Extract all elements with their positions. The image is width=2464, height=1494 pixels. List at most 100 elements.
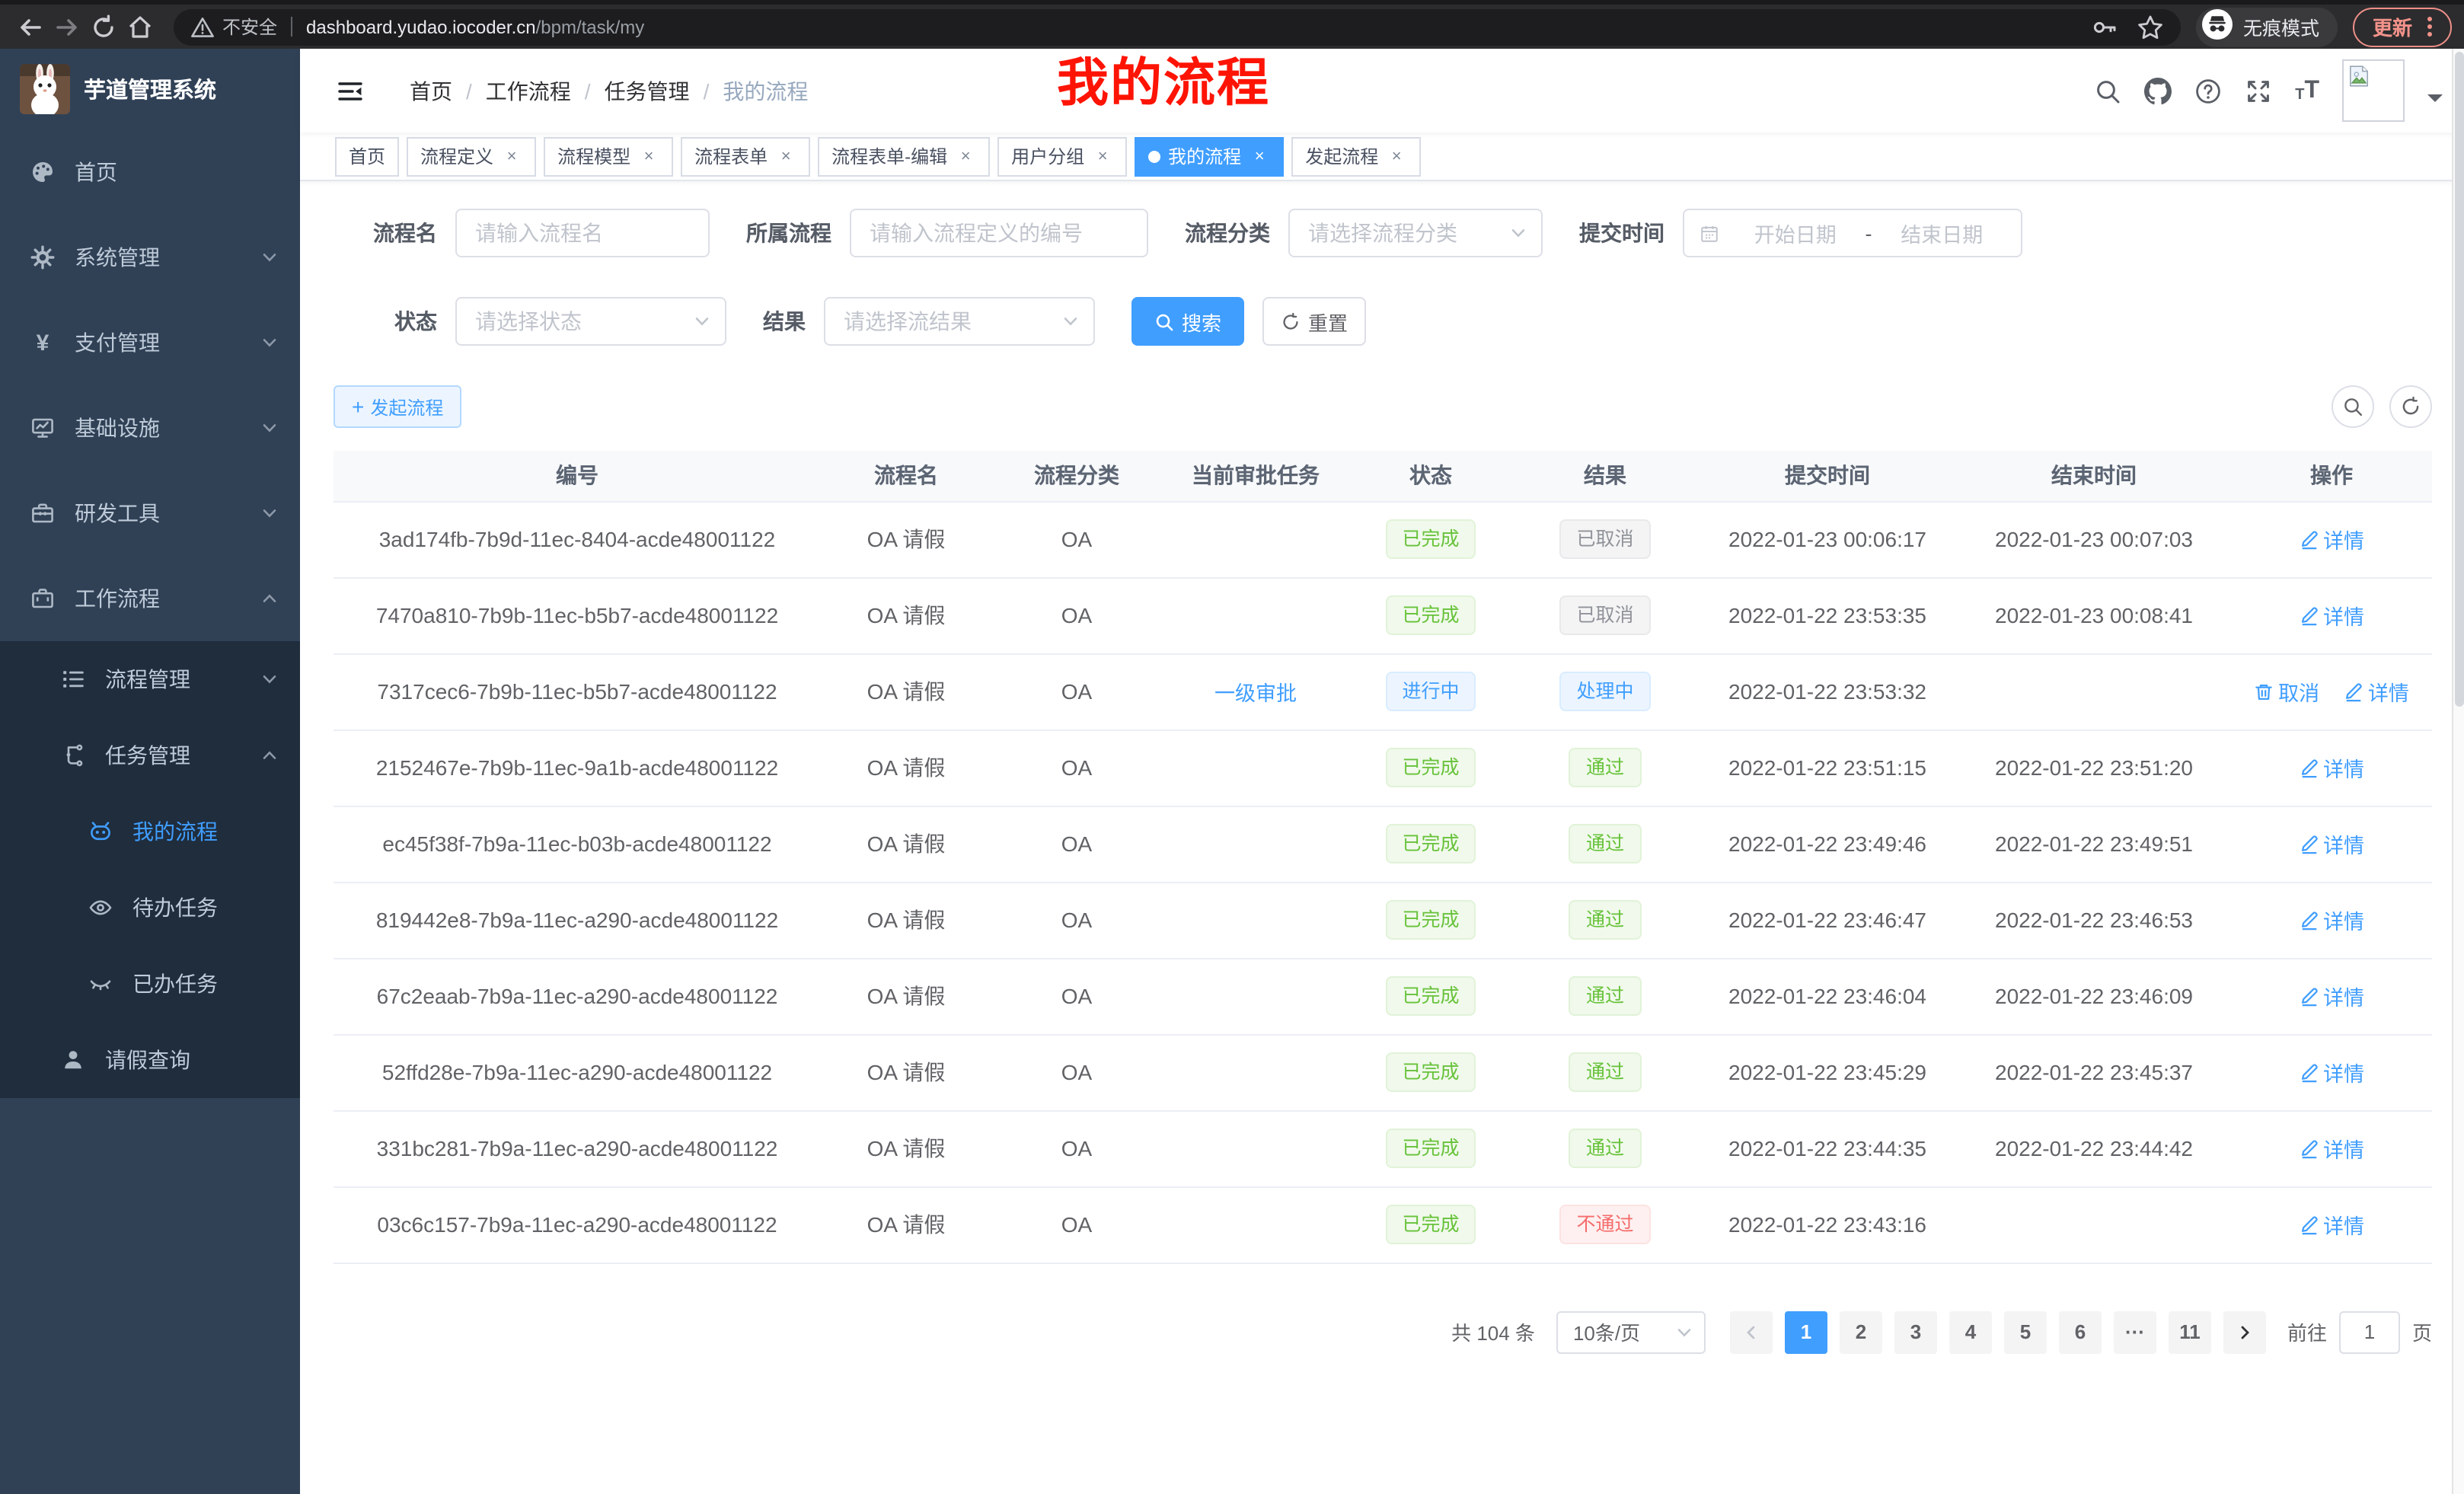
goto-page-input[interactable] xyxy=(2339,1310,2400,1353)
tab-close-icon[interactable] xyxy=(638,145,659,167)
avatar-caret-icon[interactable] xyxy=(2427,94,2443,109)
browser-menu-icon[interactable] xyxy=(2427,24,2432,29)
sidebar-item-devtools[interactable]: 研发工具 xyxy=(0,471,300,556)
submit-time-label: 提交时间 xyxy=(1579,218,1664,248)
sidebar-item-process-mgmt[interactable]: 流程管理 xyxy=(0,641,300,717)
navbar-actions xyxy=(2094,49,2443,132)
sidebar-item-my-process[interactable]: 我的流程 xyxy=(0,793,300,870)
detail-link[interactable]: 详情 xyxy=(2299,981,2364,1011)
chevron-down-icon xyxy=(1061,312,1080,330)
scrollbar[interactable] xyxy=(2452,49,2464,1494)
page-button-1[interactable]: 1 xyxy=(1785,1310,1827,1353)
next-page-button[interactable] xyxy=(2223,1310,2266,1353)
process-name-input[interactable] xyxy=(455,209,710,257)
page-button-11[interactable]: 11 xyxy=(2169,1310,2211,1353)
process-category-select[interactable]: 请选择流程分类 xyxy=(1288,209,1543,257)
current-task-link[interactable]: 一级审批 xyxy=(1214,676,1297,707)
tab-user-group[interactable]: 用户分组 xyxy=(997,136,1127,176)
reset-button[interactable]: 重置 xyxy=(1262,297,1366,346)
process-definition-input[interactable] xyxy=(850,209,1148,257)
tab-close-icon[interactable] xyxy=(1249,145,1270,167)
bookmark-star-icon[interactable] xyxy=(2137,13,2164,40)
page-url: dashboard.yudao.iocoder.cn/bpm/task/my xyxy=(306,16,644,37)
reload-icon[interactable] xyxy=(85,8,122,45)
tab-close-icon[interactable] xyxy=(501,145,522,167)
tab-close-icon[interactable] xyxy=(1386,145,1407,167)
sidebar-item-task-mgmt[interactable]: 任务管理 xyxy=(0,717,300,793)
url-bar[interactable]: 不安全 dashboard.yudao.iocoder.cn/bpm/task/… xyxy=(174,8,2181,45)
page-size-select[interactable]: 10条/页 xyxy=(1556,1310,1706,1353)
breadcrumb-workflow[interactable]: 工作流程 xyxy=(486,75,571,106)
detail-link[interactable]: 详情 xyxy=(2299,1057,2364,1087)
sidebar-item-done-tasks[interactable]: 已办任务 xyxy=(0,946,300,1022)
tab-process-model[interactable]: 流程模型 xyxy=(544,136,673,176)
prev-page-button[interactable] xyxy=(1730,1310,1773,1353)
detail-link[interactable]: 详情 xyxy=(2299,600,2364,630)
pagination: 共 104 条 10条/页 1 2 3 4 5 6 ··· 11 xyxy=(334,1310,2432,1384)
page-button-5[interactable]: 5 xyxy=(2004,1310,2047,1353)
sidebar-item-todo-tasks[interactable]: 待办任务 xyxy=(0,870,300,946)
refresh-table-button[interactable] xyxy=(2389,385,2432,428)
scrollbar-thumb[interactable] xyxy=(2455,52,2464,707)
tab-close-icon[interactable] xyxy=(775,145,796,167)
tab-close-icon[interactable] xyxy=(955,145,976,167)
update-button[interactable]: 更新 xyxy=(2353,7,2452,46)
page-button-2[interactable]: 2 xyxy=(1840,1310,1882,1353)
detail-link[interactable]: 详情 xyxy=(2344,676,2409,707)
status-select[interactable]: 请选择状态 xyxy=(455,297,726,346)
fullscreen-icon[interactable] xyxy=(2245,77,2272,104)
detail-link[interactable]: 详情 xyxy=(2299,905,2364,935)
tab-my-process[interactable]: 我的流程 xyxy=(1135,136,1284,176)
show-search-button[interactable] xyxy=(2332,385,2374,428)
back-icon[interactable] xyxy=(12,8,49,45)
forward-icon[interactable] xyxy=(49,8,85,45)
detail-link[interactable]: 详情 xyxy=(2299,1133,2364,1164)
tab-process-form-edit[interactable]: 流程表单-编辑 xyxy=(818,136,990,176)
incognito-badge: 无痕模式 xyxy=(2196,7,2338,46)
page-button-3[interactable]: 3 xyxy=(1894,1310,1937,1353)
result-badge: 通过 xyxy=(1569,1052,1641,1092)
tab-close-icon[interactable] xyxy=(1092,145,1113,167)
sidebar-item-leave-query[interactable]: 请假查询 xyxy=(0,1022,300,1098)
github-icon[interactable] xyxy=(2144,77,2172,104)
detail-link[interactable]: 详情 xyxy=(2299,1209,2364,1240)
table-row: 2152467e-7b9b-11ec-9a1b-acde48001122 OA … xyxy=(334,729,2432,806)
briefcase-icon xyxy=(30,586,55,611)
breadcrumb-task-mgmt[interactable]: 任务管理 xyxy=(605,75,690,106)
sidebar-item-payment[interactable]: 支付管理 xyxy=(0,300,300,385)
font-size-icon[interactable] xyxy=(2295,78,2319,103)
search-icon[interactable] xyxy=(2094,77,2121,104)
home-icon[interactable] xyxy=(122,8,158,45)
tab-process-form[interactable]: 流程表单 xyxy=(681,136,810,176)
page-ellipsis[interactable]: ··· xyxy=(2114,1310,2156,1353)
app-logo[interactable]: 芋道管理系统 xyxy=(0,49,300,129)
tab-home[interactable]: 首页 xyxy=(335,136,399,176)
chevron-down-icon xyxy=(260,419,279,437)
tree-list-icon xyxy=(61,667,85,691)
detail-link[interactable]: 详情 xyxy=(2299,524,2364,554)
detail-link[interactable]: 详情 xyxy=(2299,828,2364,859)
tab-start-process[interactable]: 发起流程 xyxy=(1291,136,1421,176)
password-key-icon[interactable] xyxy=(2091,13,2118,40)
breadcrumb-home[interactable]: 首页 xyxy=(410,75,452,106)
sidebar-item-infrastructure[interactable]: 基础设施 xyxy=(0,385,300,471)
table-row: 331bc281-7b9a-11ec-a290-acde48001122 OA … xyxy=(334,1110,2432,1186)
sidebar-item-home[interactable]: 首页 xyxy=(0,129,300,215)
sidebar-item-workflow[interactable]: 工作流程 xyxy=(0,556,300,641)
page-button-4[interactable]: 4 xyxy=(1949,1310,1992,1353)
tab-process-definition[interactable]: 流程定义 xyxy=(407,136,536,176)
help-icon[interactable] xyxy=(2194,77,2222,104)
chevron-down-icon xyxy=(260,504,279,522)
sidebar-toggle-icon[interactable] xyxy=(337,77,364,104)
cancel-link[interactable]: 取消 xyxy=(2254,676,2319,707)
sidebar: 芋道管理系统 首页 系统管理 支付管理 xyxy=(0,49,300,1494)
page-button-6[interactable]: 6 xyxy=(2059,1310,2102,1353)
sidebar-item-system[interactable]: 系统管理 xyxy=(0,215,300,300)
search-button[interactable]: 搜索 xyxy=(1131,297,1244,346)
submit-time-range-picker[interactable]: 开始日期 - 结束日期 xyxy=(1683,209,2022,257)
avatar[interactable] xyxy=(2342,59,2405,122)
result-select[interactable]: 请选择流结果 xyxy=(824,297,1095,346)
start-process-button[interactable]: 发起流程 xyxy=(334,385,461,428)
detail-link[interactable]: 详情 xyxy=(2299,752,2364,783)
app-title: 芋道管理系统 xyxy=(84,73,216,105)
